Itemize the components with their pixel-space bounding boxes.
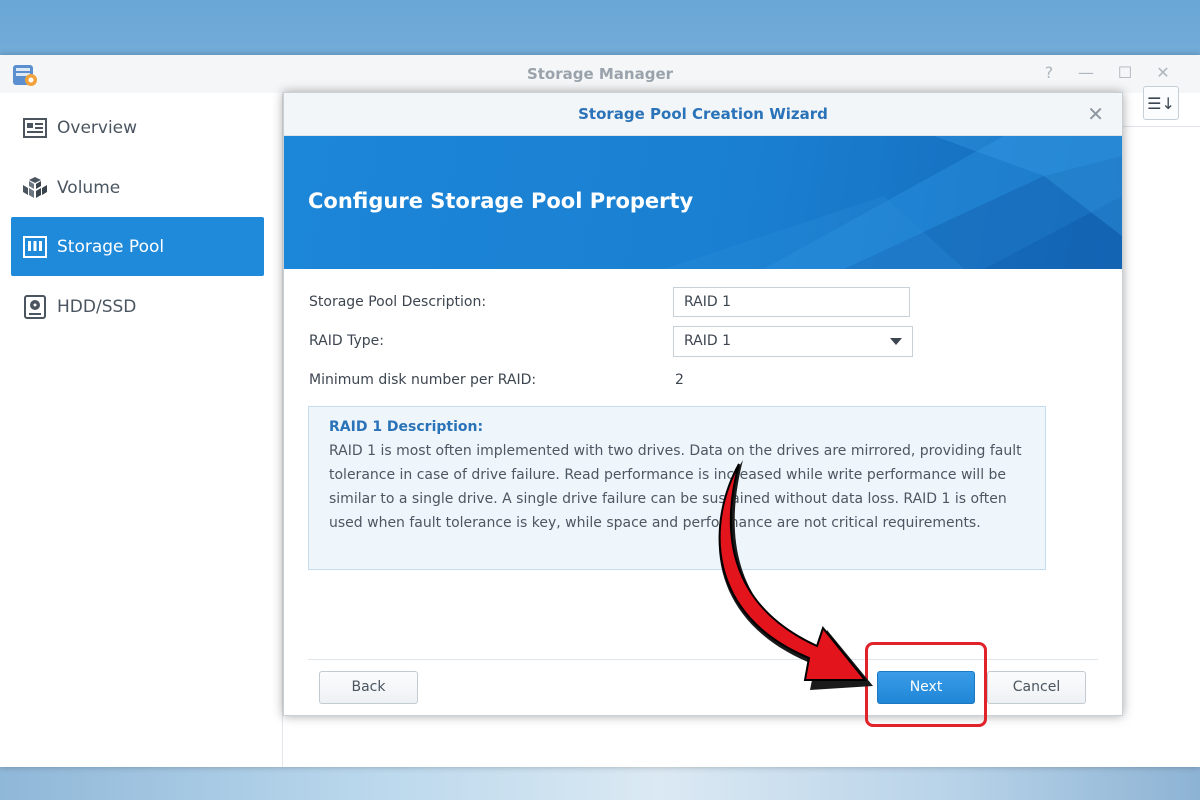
pointer-arrow-icon: [718, 460, 873, 690]
back-button[interactable]: Back: [319, 671, 418, 704]
sidebar-item-storage-pool[interactable]: Storage Pool: [11, 217, 264, 276]
storage-pool-description-label: Storage Pool Description:: [309, 294, 487, 310]
storage-pool-icon: [21, 233, 49, 261]
raid-type-label: RAID Type:: [309, 333, 384, 349]
sort-button[interactable]: ☰↓: [1143, 86, 1179, 120]
content-divider: [1121, 126, 1200, 127]
minimize-icon[interactable]: —: [1075, 62, 1097, 84]
wizard-title: Storage Pool Creation Wizard: [578, 105, 828, 123]
close-icon[interactable]: ✕: [1087, 102, 1104, 126]
sidebar: Overview Volume Storage Pool HDD/SSD: [0, 93, 283, 767]
window-title: Storage Manager: [526, 65, 674, 83]
storage-pool-description-input[interactable]: [673, 287, 910, 317]
raid-type-select[interactable]: RAID 1: [673, 326, 913, 357]
close-window-icon[interactable]: ✕: [1152, 62, 1174, 84]
cancel-button[interactable]: Cancel: [987, 671, 1086, 704]
volume-icon: [21, 174, 49, 202]
sort-icon: ☰↓: [1147, 93, 1175, 113]
help-icon[interactable]: ?: [1038, 62, 1060, 84]
desktop-background: [0, 765, 1200, 800]
sidebar-item-label: Volume: [57, 177, 121, 198]
raid-type-value: RAID 1: [684, 333, 732, 349]
next-highlight-box: [865, 642, 987, 727]
overview-icon: [21, 114, 49, 142]
min-disk-value: 2: [675, 372, 684, 388]
sidebar-item-volume[interactable]: Volume: [11, 158, 264, 217]
storage-pool-creation-wizard: Storage Pool Creation Wizard ✕ Configure…: [283, 92, 1123, 716]
hdd-icon: [21, 293, 49, 321]
sidebar-item-overview[interactable]: Overview: [11, 98, 264, 157]
window-titlebar: Storage Manager ? — ☐ ✕: [0, 55, 1200, 94]
sidebar-item-label: HDD/SSD: [57, 296, 137, 317]
raid-description-title: RAID 1 Description:: [329, 419, 484, 435]
raid-description-text: RAID 1 is most often implemented with tw…: [329, 443, 1022, 531]
raid-description-box: RAID 1 Description: RAID 1 is most often…: [308, 406, 1046, 570]
banner-title: Configure Storage Pool Property: [308, 189, 694, 213]
sidebar-item-hdd-ssd[interactable]: HDD/SSD: [11, 277, 264, 336]
wizard-banner: Configure Storage Pool Property: [284, 136, 1122, 269]
wizard-titlebar: Storage Pool Creation Wizard ✕: [284, 93, 1122, 136]
chevron-down-icon: [890, 338, 902, 345]
min-disk-label: Minimum disk number per RAID:: [309, 372, 537, 388]
maximize-icon[interactable]: ☐: [1114, 62, 1136, 84]
sidebar-item-label: Overview: [57, 117, 138, 138]
sidebar-item-label: Storage Pool: [57, 236, 165, 257]
